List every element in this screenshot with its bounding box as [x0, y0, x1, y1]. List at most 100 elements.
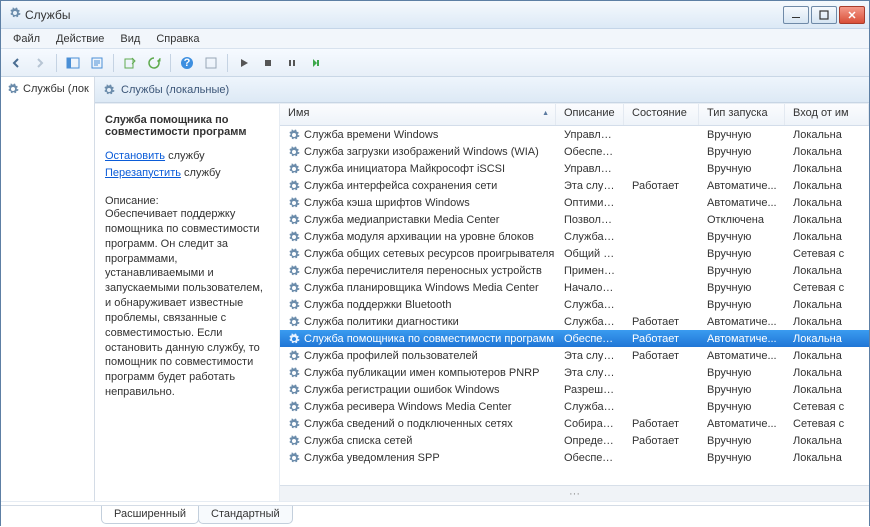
- cell-name: Служба ресивера Windows Media Center: [280, 401, 556, 413]
- tab-extended[interactable]: Расширенный: [101, 506, 199, 524]
- minimize-button[interactable]: [783, 6, 809, 24]
- tree-item-label: Службы (лок: [23, 83, 89, 95]
- service-row[interactable]: Служба интерфейса сохранения сетиЭта слу…: [280, 177, 869, 194]
- close-button[interactable]: [839, 6, 865, 24]
- service-row[interactable]: Служба кэша шрифтов WindowsОптимизи... Ав…: [280, 194, 869, 211]
- cell-start: Вручную: [699, 452, 785, 464]
- forward-button[interactable]: [29, 52, 51, 74]
- col-name[interactable]: Имя: [280, 104, 556, 125]
- tree-item-services[interactable]: Службы (лок: [5, 81, 90, 97]
- properties-button[interactable]: [86, 52, 108, 74]
- horizontal-scrollbar[interactable]: ···: [280, 485, 869, 501]
- help-button[interactable]: ?: [176, 52, 198, 74]
- cell-state: Работает: [624, 180, 699, 192]
- cell-state: Работает: [624, 418, 699, 430]
- service-row[interactable]: Служба уведомления SPPОбеспече...Вручную…: [280, 449, 869, 466]
- main-area: Службы (лок Службы (локальные) Служба по…: [1, 77, 869, 501]
- cell-logon: Локальна: [785, 384, 869, 396]
- cell-desc: Управляет...: [556, 129, 624, 141]
- service-row[interactable]: Служба сведений о подключенных сетяхСоби…: [280, 415, 869, 432]
- cell-desc: Позволяет...: [556, 214, 624, 226]
- pause-service-button[interactable]: [281, 52, 303, 74]
- cell-name: Служба перечислителя переносных устройст…: [280, 265, 556, 277]
- service-row[interactable]: Служба помощника по совместимости програ…: [280, 330, 869, 347]
- refresh-button[interactable]: [143, 52, 165, 74]
- cell-logon: Локальна: [785, 299, 869, 311]
- cell-desc: Разрешает...: [556, 384, 624, 396]
- col-description[interactable]: Описание: [556, 104, 624, 125]
- service-row[interactable]: Служба планировщика Windows Media Center…: [280, 279, 869, 296]
- pane-header: Службы (локальные): [95, 77, 869, 103]
- console-tree: Службы (лок: [1, 77, 95, 501]
- service-row[interactable]: Служба публикации имен компьютеров PNRPЭ…: [280, 364, 869, 381]
- cell-state: Работает: [624, 435, 699, 447]
- cell-logon: Сетевая с: [785, 401, 869, 413]
- start-service-button[interactable]: [233, 52, 255, 74]
- cell-start: Автоматиче...: [699, 197, 785, 209]
- cell-start: Автоматиче...: [699, 316, 785, 328]
- service-row[interactable]: Служба поддержки BluetoothСлужба Bl...Вр…: [280, 296, 869, 313]
- toolbar-extra-button[interactable]: [200, 52, 222, 74]
- service-row[interactable]: Служба политики диагностикиСлужба п...Ра…: [280, 313, 869, 330]
- maximize-button[interactable]: [811, 6, 837, 24]
- cell-logon: Локальна: [785, 231, 869, 243]
- service-row[interactable]: Служба перечислителя переносных устройст…: [280, 262, 869, 279]
- stop-link[interactable]: Остановить: [105, 150, 165, 162]
- description-text: Обеспечивает поддержку помощника по совм…: [105, 207, 269, 400]
- show-hide-tree-button[interactable]: [62, 52, 84, 74]
- back-button[interactable]: [5, 52, 27, 74]
- cell-desc: Оптимизи...: [556, 197, 624, 209]
- cell-logon: Локальна: [785, 265, 869, 277]
- cell-start: Вручную: [699, 163, 785, 175]
- col-logon[interactable]: Вход от им: [785, 104, 869, 125]
- cell-name: Служба модуля архивации на уровне блоков: [280, 231, 556, 243]
- cell-name: Служба интерфейса сохранения сети: [280, 180, 556, 192]
- restart-service-button[interactable]: [305, 52, 327, 74]
- app-icon: [9, 7, 21, 22]
- stop-service-button[interactable]: [257, 52, 279, 74]
- cell-start: Вручную: [699, 384, 785, 396]
- cell-desc: Обеспече...: [556, 452, 624, 464]
- col-state[interactable]: Состояние: [624, 104, 699, 125]
- tab-standard[interactable]: Стандартный: [198, 506, 293, 524]
- cell-logon: Локальна: [785, 452, 869, 464]
- service-row[interactable]: Служба медиаприставки Media CenterПозвол…: [280, 211, 869, 228]
- cell-name: Служба медиаприставки Media Center: [280, 214, 556, 226]
- cell-desc: Собирает ...: [556, 418, 624, 430]
- toolbar: ?: [1, 49, 869, 77]
- title-bar: Службы: [1, 1, 869, 29]
- cell-name: Служба кэша шрифтов Windows: [280, 197, 556, 209]
- selected-service-name: Служба помощника по совместимости програ…: [105, 114, 269, 138]
- cell-start: Автоматиче...: [699, 350, 785, 362]
- cell-logon: Локальна: [785, 316, 869, 328]
- menu-help[interactable]: Справка: [148, 31, 207, 47]
- cell-name: Служба регистрации ошибок Windows: [280, 384, 556, 396]
- cell-desc: Определя...: [556, 435, 624, 447]
- cell-desc: Служба Bl...: [556, 299, 624, 311]
- service-row[interactable]: Служба ресивера Windows Media CenterСлуж…: [280, 398, 869, 415]
- menu-view[interactable]: Вид: [112, 31, 148, 47]
- cell-desc: Служба п...: [556, 316, 624, 328]
- restart-link[interactable]: Перезапустить: [105, 167, 181, 179]
- cell-start: Вручную: [699, 401, 785, 413]
- service-row[interactable]: Служба списка сетейОпределя...РаботаетВр…: [280, 432, 869, 449]
- export-button[interactable]: [119, 52, 141, 74]
- service-row[interactable]: Служба регистрации ошибок WindowsРазреша…: [280, 381, 869, 398]
- service-row[interactable]: Служба инициатора Майкрософт iSCSIУправл…: [280, 160, 869, 177]
- menu-file[interactable]: Файл: [5, 31, 48, 47]
- cell-name: Служба сведений о подключенных сетях: [280, 418, 556, 430]
- cell-desc: Применяе...: [556, 265, 624, 277]
- cell-name: Служба общих сетевых ресурсов проигрыват…: [280, 248, 556, 260]
- service-row[interactable]: Служба общих сетевых ресурсов проигрыват…: [280, 245, 869, 262]
- cell-start: Вручную: [699, 265, 785, 277]
- service-row[interactable]: Служба времени WindowsУправляет...Вручну…: [280, 126, 869, 143]
- cell-desc: Служба W...: [556, 401, 624, 413]
- cell-name: Служба загрузки изображений Windows (WIA…: [280, 146, 556, 158]
- menu-action[interactable]: Действие: [48, 31, 112, 47]
- col-startup[interactable]: Тип запуска: [699, 104, 785, 125]
- bottom-tabs: Расширенный Стандартный: [1, 505, 869, 527]
- cell-desc: Эта служб...: [556, 367, 624, 379]
- service-row[interactable]: Служба профилей пользователейЭта служб..…: [280, 347, 869, 364]
- service-row[interactable]: Служба модуля архивации на уровне блоков…: [280, 228, 869, 245]
- service-row[interactable]: Служба загрузки изображений Windows (WIA…: [280, 143, 869, 160]
